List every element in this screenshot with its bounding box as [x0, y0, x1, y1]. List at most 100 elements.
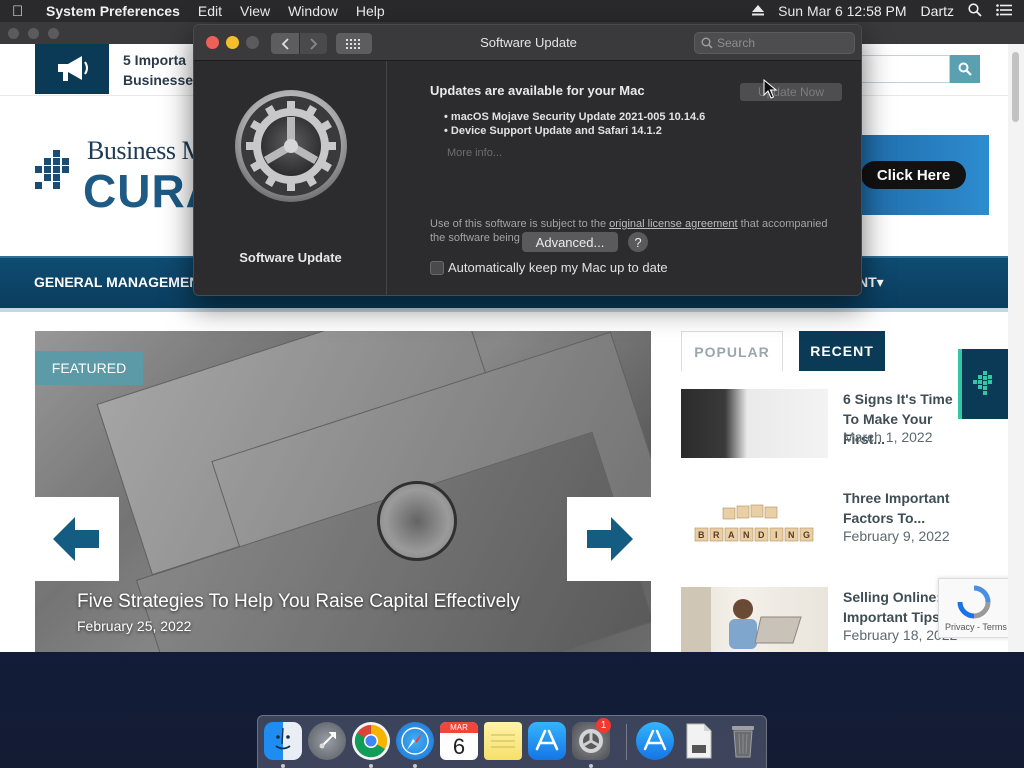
menu-view[interactable]: View [240, 3, 270, 19]
svg-text:B: B [698, 530, 705, 540]
recaptcha-badge[interactable]: Privacy - Terms [938, 578, 1010, 638]
notes-icon[interactable] [484, 722, 522, 760]
slide-title-link[interactable]: Five Strategies To Help You Raise Capita… [77, 591, 520, 613]
back-forward-control [271, 33, 327, 54]
ticker-line-2: Businesse [123, 72, 194, 88]
grid-icon [346, 38, 360, 49]
app-store-icon[interactable] [528, 722, 566, 760]
arrow-right-icon [587, 517, 633, 561]
post-thumbnail[interactable] [681, 389, 828, 458]
nav-divider [0, 308, 1008, 312]
post-date: March 1, 2022 [843, 429, 933, 445]
spotlight-icon[interactable] [968, 2, 982, 20]
site-logo[interactable]: Business Ma CURAT [35, 134, 245, 217]
post-thumbnail[interactable]: BRANDING [681, 488, 828, 557]
branding-blocks-image: BRANDING [694, 504, 814, 542]
chrome-icon[interactable] [352, 722, 390, 760]
app-store-folder-icon[interactable] [636, 722, 674, 760]
recaptcha-text[interactable]: Privacy - Terms [945, 622, 1007, 632]
update-item: • Device Support Update and Safari 14.1.… [444, 125, 662, 137]
menu-clock[interactable]: Sun Mar 6 12:58 PM [778, 3, 906, 19]
scrollbar-thumb[interactable] [1012, 52, 1019, 122]
dock-running-indicator [413, 764, 417, 768]
menu-window[interactable]: Window [288, 3, 338, 19]
forward-button[interactable] [299, 33, 327, 54]
search-input[interactable]: Search [694, 32, 855, 54]
browser-zoom-button[interactable] [48, 28, 59, 39]
search-placeholder: Search [717, 36, 756, 50]
window-titlebar[interactable]: Software Update Search [194, 25, 861, 61]
menu-app-name[interactable]: System Preferences [46, 3, 180, 19]
apple-menu-icon[interactable]:  [12, 3, 32, 20]
dock-separator [626, 724, 627, 760]
browser-minimize-button[interactable] [28, 28, 39, 39]
update-now-button[interactable]: Update Now [740, 83, 842, 101]
logo-mark-icon [973, 371, 992, 395]
eject-icon[interactable] [752, 3, 765, 19]
updates-heading: Updates are available for your Mac [430, 83, 645, 98]
pane-sidebar: Software Update [194, 61, 387, 295]
svg-text:I: I [775, 530, 778, 540]
minimize-button[interactable] [226, 36, 239, 49]
svg-text:G: G [803, 530, 810, 540]
ticker-line-1: 5 Importa [123, 52, 187, 68]
advanced-button[interactable]: Advanced... [522, 232, 618, 252]
top-news-ticker[interactable]: 5 Importa Businesse [123, 50, 203, 90]
calendar-icon[interactable]: MAR 6 [440, 722, 478, 760]
update-content: Updates are available for your Mac Updat… [388, 61, 861, 295]
safari-icon[interactable] [396, 722, 434, 760]
click-here-button[interactable]: Click Here [861, 161, 966, 189]
post-title[interactable]: Three Important Factors To... [843, 488, 971, 528]
chevron-left-icon [281, 37, 289, 50]
auto-update-label[interactable]: Automatically keep my Mac up to date [448, 260, 668, 275]
slider-next-button[interactable] [567, 497, 651, 581]
trash-icon[interactable] [724, 722, 762, 760]
auto-update-checkbox[interactable] [430, 261, 444, 275]
site-search-input[interactable] [855, 55, 950, 83]
menu-user[interactable]: Dartz [921, 3, 954, 19]
help-button[interactable]: ? [628, 232, 648, 252]
license-agreement-link[interactable]: original license agreement [609, 218, 737, 230]
document-icon[interactable] [680, 722, 718, 760]
zoom-button[interactable] [246, 36, 259, 49]
mouse-cursor-icon [763, 79, 777, 99]
post-thumbnail[interactable] [681, 587, 828, 652]
recaptcha-icon [957, 585, 991, 619]
nav-general-management[interactable]: GENERAL MANAGEMENT [34, 274, 208, 290]
calendar-month: MAR [440, 722, 478, 733]
page-scrollbar[interactable] [1008, 44, 1024, 652]
finder-icon[interactable] [264, 722, 302, 760]
arrow-left-icon [53, 517, 99, 561]
megaphone-icon [35, 44, 109, 94]
pane-label: Software Update [239, 250, 342, 265]
tab-popular[interactable]: POPULAR [681, 331, 783, 371]
floating-logo-button[interactable] [958, 349, 1008, 419]
svg-text:A: A [728, 530, 735, 540]
browser-close-button[interactable] [8, 28, 19, 39]
gear-icon [234, 89, 348, 203]
show-all-button[interactable] [336, 33, 372, 54]
site-search-button[interactable] [950, 55, 980, 83]
caret-down-icon: ▾ [876, 274, 884, 290]
more-info-link[interactable]: More info... [447, 147, 502, 159]
update-item: • macOS Mojave Security Update 2021-005 … [444, 111, 706, 123]
dock-running-indicator [281, 764, 285, 768]
notification-center-icon[interactable] [996, 3, 1012, 19]
close-button[interactable] [206, 36, 219, 49]
svg-text:N: N [788, 530, 795, 540]
list-item[interactable]: BRANDING Three Important Factors To... F… [681, 488, 1011, 558]
slider-prev-button[interactable] [35, 497, 119, 581]
post-date: February 9, 2022 [843, 528, 950, 544]
launchpad-icon[interactable] [308, 722, 346, 760]
svg-text:D: D [758, 530, 765, 540]
back-button[interactable] [271, 33, 299, 54]
menu-help[interactable]: Help [356, 3, 385, 19]
search-icon [701, 37, 713, 49]
menu-edit[interactable]: Edit [198, 3, 222, 19]
featured-tag: FEATURED [35, 351, 143, 385]
dock-running-indicator [369, 764, 373, 768]
tab-recent[interactable]: RECENT [799, 331, 885, 371]
dock-running-indicator [589, 764, 593, 768]
dock: MAR 6 [257, 715, 767, 768]
svg-text:R: R [713, 530, 720, 540]
